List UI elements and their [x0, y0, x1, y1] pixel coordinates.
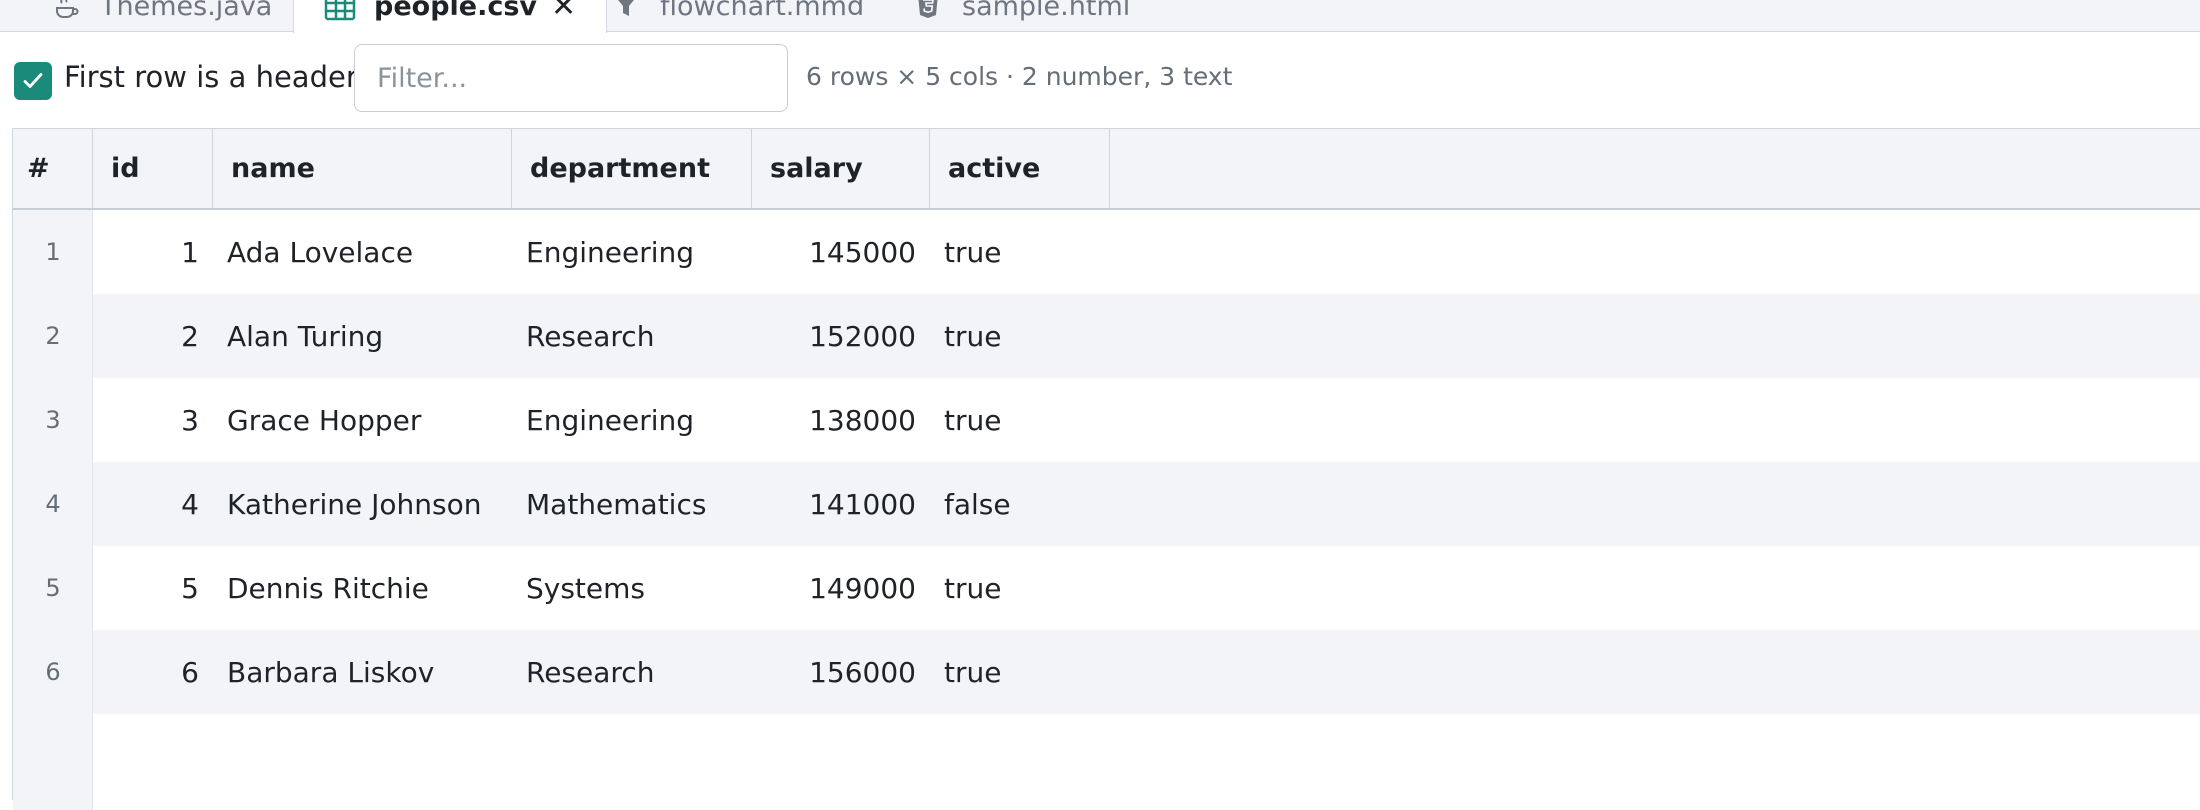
cell-department[interactable]: Systems [526, 546, 645, 630]
cell-salary[interactable]: 149000 [752, 546, 916, 630]
html5-icon [912, 0, 944, 22]
column-header-department[interactable]: department [512, 129, 752, 208]
cell-active[interactable]: true [944, 210, 1001, 294]
cell-id[interactable]: 4 [93, 462, 199, 546]
header-row-checkbox[interactable] [14, 62, 52, 100]
table-row[interactable]: 5 5 Dennis Ritchie Systems 149000 true [13, 546, 2200, 630]
table-row[interactable]: 2 2 Alan Turing Research 152000 true [13, 294, 2200, 378]
row-number: 1 [45, 238, 61, 266]
cell-name[interactable]: Alan Turing [227, 294, 383, 378]
cell-active[interactable]: true [944, 546, 1001, 630]
cell-name[interactable]: Barbara Liskov [227, 630, 434, 714]
table-row[interactable]: 4 4 Katherine Johnson Mathematics 141000… [13, 462, 2200, 546]
row-number: 3 [45, 406, 61, 434]
cell-name[interactable]: Grace Hopper [227, 378, 421, 462]
tab-bar: Themes.java people.csv ✕ flowchart.mmd s… [0, 0, 2200, 33]
column-header-rownum: # [13, 129, 93, 208]
cell-department[interactable]: Research [526, 630, 654, 714]
data-grid: # id name department salary active 1 1 A… [12, 128, 2200, 810]
close-icon[interactable]: ✕ [551, 0, 576, 24]
tab-label: sample.html [962, 0, 1131, 22]
cell-id[interactable]: 1 [93, 210, 199, 294]
header-row-checkbox-label[interactable]: First row is a header [64, 60, 358, 94]
cell-department[interactable]: Mathematics [526, 462, 706, 546]
cell-id[interactable]: 5 [93, 546, 199, 630]
cell-active[interactable]: true [944, 294, 1001, 378]
check-icon [23, 73, 43, 88]
cell-active[interactable]: true [944, 378, 1001, 462]
funnel-icon [610, 0, 642, 22]
cell-id[interactable]: 2 [93, 294, 199, 378]
row-number: 4 [45, 490, 61, 518]
column-header-salary[interactable]: salary [752, 129, 930, 208]
toolbar: First row is a header 6 rows × 5 cols · … [0, 32, 2200, 124]
table-icon [324, 0, 356, 23]
cell-salary[interactable]: 156000 [752, 630, 916, 714]
cell-active[interactable]: false [944, 462, 1011, 546]
cell-department[interactable]: Engineering [526, 210, 694, 294]
cell-name[interactable]: Katherine Johnson [227, 462, 482, 546]
cell-salary[interactable]: 141000 [752, 462, 916, 546]
row-number: 2 [45, 322, 61, 350]
tab-label: flowchart.mmd [660, 0, 865, 22]
cell-salary[interactable]: 152000 [752, 294, 916, 378]
cell-department[interactable]: Engineering [526, 378, 694, 462]
tab-label: people.csv [374, 0, 538, 22]
cell-active[interactable]: true [944, 630, 1001, 714]
table-row[interactable]: 1 1 Ada Lovelace Engineering 145000 true [13, 210, 2200, 294]
tab-label: Themes.java [100, 0, 273, 22]
cell-id[interactable]: 3 [93, 378, 199, 462]
tab-flowchart-mmd[interactable]: flowchart.mmd [580, 0, 894, 32]
java-icon [50, 0, 82, 22]
table-row[interactable]: 6 6 Barbara Liskov Research 156000 true [13, 630, 2200, 714]
filter-input[interactable] [354, 44, 788, 112]
cell-name[interactable]: Ada Lovelace [227, 210, 413, 294]
cell-department[interactable]: Research [526, 294, 654, 378]
column-header-id[interactable]: id [93, 129, 213, 208]
row-number: 5 [45, 574, 61, 602]
tab-themes-java[interactable]: Themes.java [20, 0, 302, 32]
table-row[interactable]: 3 3 Grace Hopper Engineering 138000 true [13, 378, 2200, 462]
tab-sample-html[interactable]: sample.html [882, 0, 1160, 32]
row-number: 6 [45, 658, 61, 686]
cell-id[interactable]: 6 [93, 630, 199, 714]
cell-salary[interactable]: 138000 [752, 378, 916, 462]
column-header-name[interactable]: name [213, 129, 512, 208]
grid-header: # id name department salary active [13, 129, 2200, 210]
cell-salary[interactable]: 145000 [752, 210, 916, 294]
cell-name[interactable]: Dennis Ritchie [227, 546, 429, 630]
tab-people-csv[interactable]: people.csv ✕ [293, 0, 608, 33]
table-summary: 6 rows × 5 cols · 2 number, 3 text [806, 62, 1233, 91]
column-header-active[interactable]: active [930, 129, 1110, 208]
